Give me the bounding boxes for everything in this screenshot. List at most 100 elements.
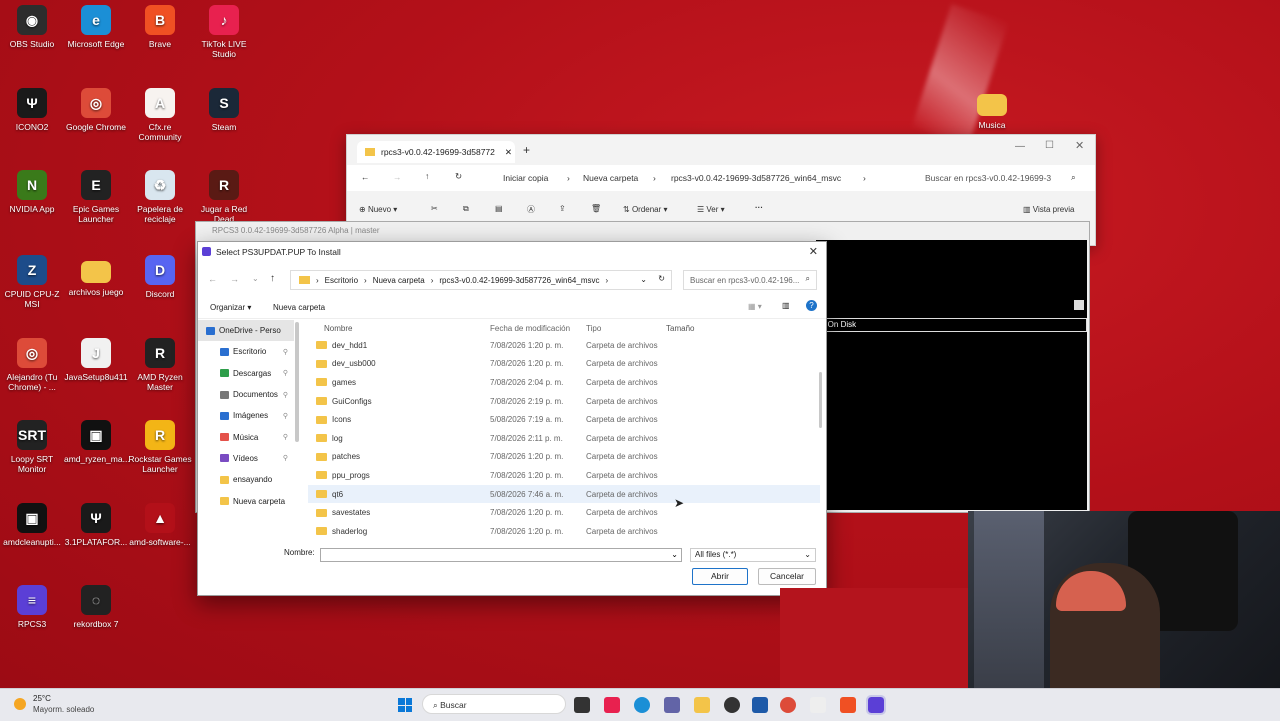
brave-icon[interactable]: [840, 697, 856, 713]
sort-button[interactable]: ⇅ Ordenar ▾: [623, 205, 668, 214]
copy-icon[interactable]: ⧉: [463, 204, 469, 214]
nav-item[interactable]: Descargas ⚲: [198, 363, 294, 384]
desktop-icon[interactable]: D Discord: [128, 255, 192, 299]
store-icon[interactable]: [752, 697, 768, 713]
table-row[interactable]: dev_hdd1 7/08/2026 1:20 p. m. Carpeta de a…: [308, 336, 820, 355]
close-icon[interactable]: ✕: [1075, 139, 1084, 152]
table-row[interactable]: log 7/08/2026 2:11 p. m. Carpeta de archiv…: [308, 429, 820, 448]
open-button[interactable]: Abrir: [692, 568, 748, 585]
desktop-icon[interactable]: ≡ RPCS3: [0, 585, 64, 629]
desktop-icon[interactable]: archivos juego: [64, 255, 128, 297]
path-2[interactable]: rpcs3-v0.0.42-19699-3d587726_win64_msvc: [439, 276, 599, 285]
rename-icon[interactable]: Ⓐ: [527, 204, 535, 215]
desktop-icon[interactable]: ♻ Papelera de reciclaje: [128, 170, 192, 224]
close-icon[interactable]: ✕: [809, 245, 818, 258]
desktop-icon[interactable]: A Cfx.re Community: [128, 88, 192, 142]
desktop-icon[interactable]: SRT Loopy SRT Monitor: [0, 420, 64, 474]
desktop-icon[interactable]: E Epic Games Launcher: [64, 170, 128, 224]
breadcrumb-2[interactable]: rpcs3-v0.0.42-19699-3d587726_win64_msvc: [671, 173, 841, 183]
desktop-icon[interactable]: ▲ amd-software-...: [128, 503, 192, 547]
explorer-search[interactable]: Buscar en rpcs3-v0.0.42-19699-3: [925, 173, 1051, 183]
up-arrow-icon[interactable]: ↑: [425, 171, 429, 181]
tiktok-icon[interactable]: [604, 697, 620, 713]
weather-icon[interactable]: [14, 698, 26, 710]
preview-pane-icon[interactable]: ▥: [782, 301, 790, 310]
back-arrow-icon[interactable]: ←: [361, 172, 370, 182]
table-row[interactable]: Icons 5/08/2026 7:19 a. m. Carpeta de arch…: [308, 410, 820, 429]
start-icon[interactable]: [398, 698, 412, 712]
refresh-icon[interactable]: ↻: [455, 171, 462, 182]
paste-icon[interactable]: ▤: [495, 204, 503, 213]
more-icon[interactable]: ···: [755, 203, 763, 212]
desktop-icon[interactable]: R Rockstar Games Launcher: [128, 420, 192, 474]
column-size[interactable]: Tamaño: [666, 324, 694, 333]
nav-scrollbar[interactable]: [295, 322, 299, 442]
desktop-icon[interactable]: ♪ TikTok LIVE Studio: [192, 5, 256, 59]
teams-icon[interactable]: [664, 697, 680, 713]
forward-arrow-icon[interactable]: →: [230, 274, 239, 284]
organize-button[interactable]: Organizar ▾: [210, 303, 251, 312]
nav-item[interactable]: Escritorio ⚲: [198, 341, 294, 362]
table-row[interactable]: ppu_progs 7/08/2026 1:20 p. m. Carpeta de …: [308, 466, 820, 485]
cfx-icon[interactable]: [810, 697, 826, 713]
table-row[interactable]: GuiConfigs 7/08/2026 2:19 p. m. Carpeta de…: [308, 392, 820, 411]
desktop-icon[interactable]: ▣ amdcleanupti...: [0, 503, 64, 547]
cut-icon[interactable]: ✂: [431, 204, 438, 213]
table-row[interactable]: qt6 5/08/2026 7:46 a. m. Carpeta de archiv…: [308, 484, 820, 504]
chevron-down-icon[interactable]: ⌄: [640, 275, 647, 284]
filename-input[interactable]: ⌄: [320, 548, 682, 562]
breadcrumb-0[interactable]: Iniciar copia: [503, 173, 548, 183]
column-date[interactable]: Fecha de modificación: [490, 324, 586, 333]
desktop-icon[interactable]: ▣ amd_ryzen_ma...: [64, 420, 130, 464]
desktop-icon[interactable]: J JavaSetup8u411: [64, 338, 128, 382]
new-button[interactable]: ⊕ Nuevo ▾: [359, 205, 397, 214]
chevron-down-icon[interactable]: ⌄: [671, 550, 678, 559]
nav-item[interactable]: Imágenes ⚲: [198, 405, 294, 426]
desktop-icon[interactable]: ◎ Alejandro (Tu Chrome) - ...: [0, 338, 64, 392]
explorer-tab[interactable]: rpcs3-v0.0.42-19699-3d58772 ✕: [357, 141, 515, 163]
table-row[interactable]: dev_usb000 7/08/2026 1:20 p. m. Carpeta de…: [308, 355, 820, 374]
maximize-icon[interactable]: ☐: [1045, 140, 1054, 151]
nav-item[interactable]: Música ⚲: [198, 426, 294, 447]
file-dialog[interactable]: Select PS3UPDAT.PUP To Install ✕ ← → ⌄ ↑…: [197, 241, 827, 596]
console-icon[interactable]: [1074, 300, 1084, 310]
desktop-icon[interactable]: Ψ 3.1PLATAFOR...: [64, 503, 128, 547]
table-row[interactable]: games 7/08/2026 2:04 p. m. Carpeta de arch…: [308, 373, 820, 392]
desktop-icon[interactable]: e Microsoft Edge: [64, 5, 128, 49]
back-arrow-icon[interactable]: ←: [208, 274, 217, 284]
column-type[interactable]: Tipo: [586, 324, 666, 333]
up-arrow-icon[interactable]: ↑: [270, 273, 275, 284]
table-row[interactable]: shaderlog 7/08/2026 1:20 p. m. Carpeta de …: [308, 522, 820, 541]
desktop-icon[interactable]: Z CPUID CPU-Z MSI: [0, 255, 64, 309]
nav-item[interactable]: Documentos ⚲: [198, 384, 294, 405]
new-folder-button[interactable]: Nueva carpeta: [273, 303, 325, 312]
desktop-icon[interactable]: B Brave: [128, 5, 192, 49]
close-tab-icon[interactable]: ✕: [505, 147, 512, 158]
column-name[interactable]: Nombre: [308, 324, 490, 333]
desktop-icon[interactable]: Musica: [960, 88, 1024, 130]
view-button[interactable]: ☰ Ver ▾: [697, 205, 725, 214]
breadcrumb-1[interactable]: Nueva carpeta: [583, 173, 638, 183]
minimize-icon[interactable]: —: [1015, 141, 1025, 152]
edge-icon[interactable]: [634, 697, 650, 713]
nav-item[interactable]: OneDrive - Perso: [198, 320, 294, 342]
rpcs3-icon[interactable]: [866, 695, 886, 715]
help-icon[interactable]: ?: [806, 300, 817, 311]
nav-item[interactable]: Nueva carpeta: [198, 490, 294, 511]
chevron-down-icon[interactable]: ⌄: [252, 274, 259, 283]
nav-item[interactable]: ensayando: [198, 469, 294, 490]
refresh-icon[interactable]: ↻: [658, 274, 665, 283]
table-row[interactable]: patches 7/08/2026 1:20 p. m. Carpeta de ar…: [308, 448, 820, 467]
view-options-icon[interactable]: ▦ ▾: [748, 302, 762, 311]
list-scrollbar[interactable]: [819, 372, 822, 428]
desktop-icon[interactable]: R AMD Ryzen Master: [128, 338, 192, 392]
path-0[interactable]: Escritorio: [325, 276, 358, 285]
file-type-filter[interactable]: All files (*.*) ⌄: [690, 548, 816, 562]
delete-icon[interactable]: 🗑: [591, 204, 601, 213]
new-tab-icon[interactable]: +: [523, 143, 530, 157]
desktop-icon[interactable]: N NVIDIA App: [0, 170, 64, 214]
file-explorer-icon[interactable]: [694, 697, 710, 713]
desktop-icon[interactable]: ◎ Google Chrome: [64, 88, 128, 132]
table-row[interactable]: savestates 7/08/2026 1:20 p. m. Carpeta de…: [308, 503, 820, 522]
preview-button[interactable]: ▥ Vista previa: [1023, 205, 1074, 214]
